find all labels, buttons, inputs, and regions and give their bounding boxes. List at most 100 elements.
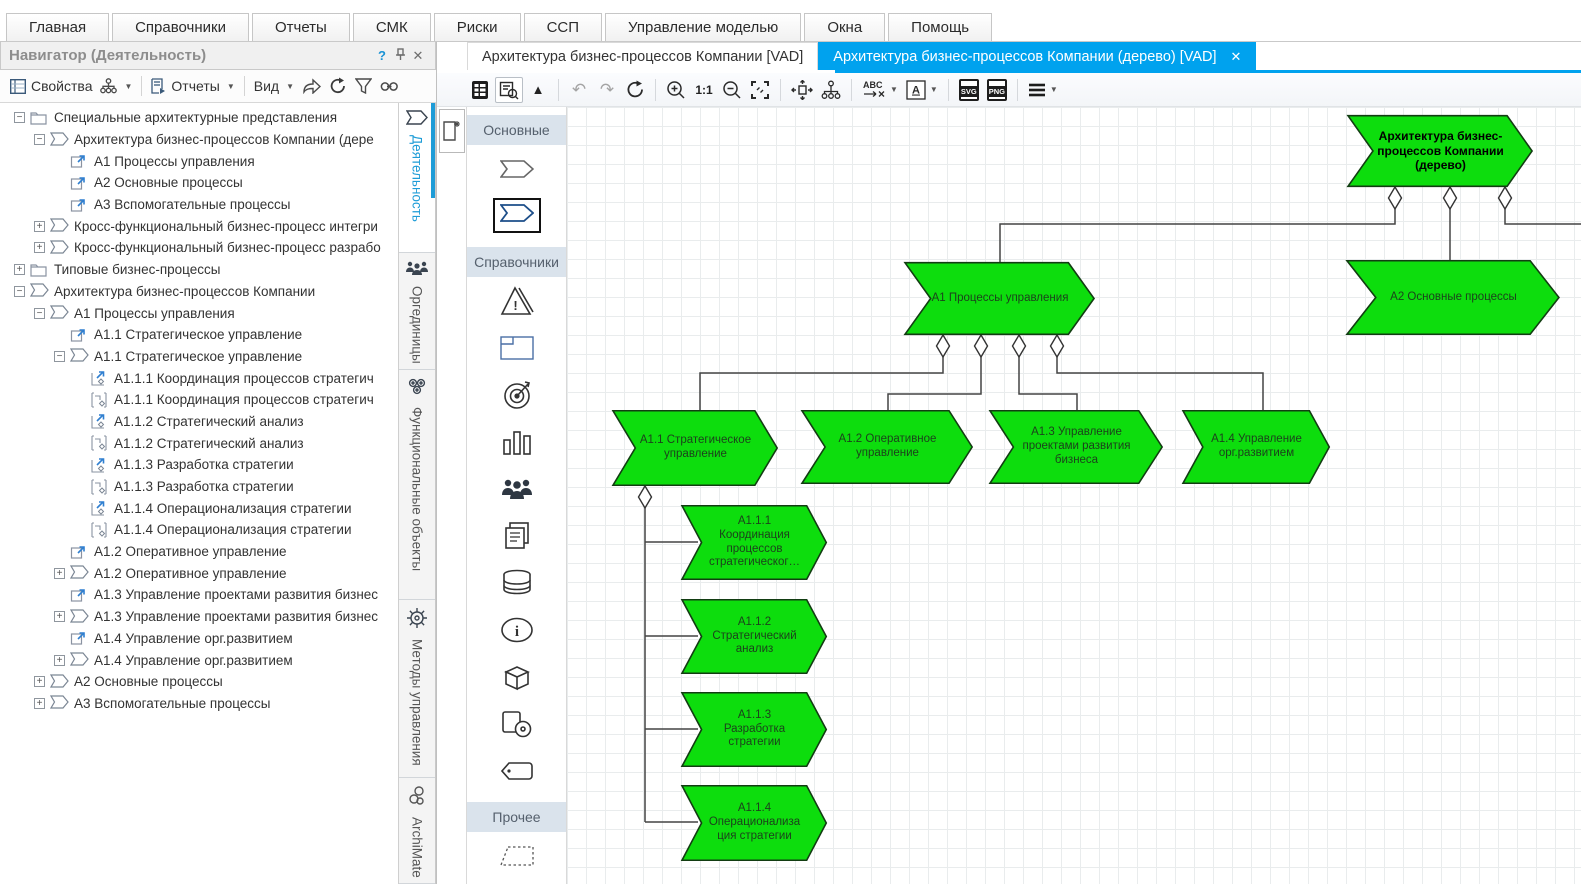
zoom-reset-button[interactable]: 1:1	[691, 77, 717, 103]
tree-expander[interactable]: +	[34, 698, 45, 709]
close-icon[interactable]: ✕	[409, 48, 427, 64]
tree-item[interactable]: +А1.3 Управление проектами развития бизн…	[0, 606, 398, 628]
palette-item-vad-selected-icon[interactable]	[467, 192, 566, 239]
palette-item-tag-icon[interactable]	[467, 747, 566, 794]
vad-shape-a11[interactable]: А1.1 Стратегическое управление	[613, 410, 778, 486]
menu-item-6[interactable]: ССП	[524, 13, 602, 41]
tree-item[interactable]: А1.1.4 Операционализация стратегии	[0, 519, 398, 541]
vad-shape-a111[interactable]: А1.1.1 Координация процессов стратегичес…	[682, 505, 827, 580]
category-tab-деятельность[interactable]: Деятельность	[399, 103, 435, 253]
palette-item-barchart-icon[interactable]	[467, 418, 566, 465]
redo-button[interactable]: ↷	[594, 77, 620, 103]
vad-shape-a12[interactable]: А1.2 Оперативное управление	[802, 410, 973, 484]
autotext-button[interactable]: ABC▼	[859, 77, 901, 103]
palette-item-database-icon[interactable]	[467, 559, 566, 606]
palette-item-vad-outline-icon[interactable]	[467, 145, 566, 192]
diagram-canvas[interactable]: Архитектура бизнес-процессов Компании (д…	[567, 107, 1581, 884]
tree-item[interactable]: А1.4 Управление орг.развитием	[0, 628, 398, 650]
vad-shape-a1[interactable]: А1 Процессы управления	[905, 262, 1095, 335]
tree-item[interactable]: −А1.1 Стратегическое управление	[0, 346, 398, 368]
menu-item-1[interactable]: Главная	[6, 13, 109, 41]
tree-expander[interactable]: −	[54, 351, 65, 362]
tree-expander[interactable]: −	[34, 134, 45, 145]
tree-item[interactable]: А1.1.1 Координация процессов стратегич	[0, 367, 398, 389]
document-tab-1[interactable]: Архитектура бизнес-процессов Компании [V…	[467, 42, 818, 70]
vad-shape-a113[interactable]: А1.1.3 Разработка стратегии	[682, 692, 827, 767]
find-object-button[interactable]	[495, 77, 523, 103]
tree-expander[interactable]: −	[14, 286, 25, 297]
filter-icon[interactable]	[351, 75, 376, 98]
tree-item[interactable]: +Кросс-функциональный бизнес-процесс раз…	[0, 237, 398, 259]
tree-item[interactable]: +А2 Основные процессы	[0, 671, 398, 693]
tree-item[interactable]: А1 Процессы управления	[0, 150, 398, 172]
tree-item[interactable]: А1.1.3 Разработка стратегии	[0, 454, 398, 476]
tree-expander[interactable]: +	[54, 655, 65, 666]
vad-shape-a13[interactable]: А1.3 Управление проектами развития бизне…	[990, 410, 1163, 484]
new-diagram-button[interactable]	[439, 109, 465, 153]
palette-item-people-group-icon[interactable]	[467, 465, 566, 512]
go-to-icon[interactable]	[298, 75, 325, 97]
palette-item-package-icon[interactable]	[467, 653, 566, 700]
view-button[interactable]: Вид ▼	[250, 75, 298, 97]
undo-button[interactable]: ↶	[566, 77, 592, 103]
tree-item[interactable]: А3 Вспомогательные процессы	[0, 194, 398, 216]
tree-item[interactable]: −А1 Процессы управления	[0, 302, 398, 324]
tree-item[interactable]: +А3 Вспомогательные процессы	[0, 693, 398, 715]
tree-expander[interactable]: +	[54, 611, 65, 622]
category-tab-archimate[interactable]: ArchiMate	[399, 778, 435, 884]
tree-expander[interactable]: −	[14, 112, 25, 123]
tree-layout-button[interactable]	[818, 77, 844, 103]
fit-to-window-button[interactable]	[747, 77, 773, 103]
palette-item-documents-icon[interactable]	[467, 512, 566, 559]
refresh-button[interactable]	[622, 77, 648, 103]
refresh-icon[interactable]	[325, 74, 351, 98]
tree-expander[interactable]: +	[34, 242, 45, 253]
tab-close-icon[interactable]: ✕	[1231, 49, 1242, 65]
palette-item-info-icon[interactable]: i	[467, 606, 566, 653]
tree-item[interactable]: А1.1.2 Стратегический анализ	[0, 432, 398, 454]
tree-item[interactable]: +Кросс-функциональный бизнес-процесс инт…	[0, 215, 398, 237]
tree-expander[interactable]: +	[14, 264, 25, 275]
help-icon[interactable]: ?	[373, 48, 391, 63]
palette-item-disc-icon[interactable]	[467, 700, 566, 747]
tree-item[interactable]: А1.1.1 Координация процессов стратегич	[0, 389, 398, 411]
diagram-properties-button[interactable]	[467, 77, 493, 103]
palette-item-warning-icon[interactable]: !	[467, 277, 566, 324]
palette-item-frame-icon[interactable]	[467, 324, 566, 371]
export-png-button[interactable]: PNG	[984, 77, 1010, 103]
tree-item[interactable]: −Специальные архитектурные представления	[0, 107, 398, 129]
palette-item-target-icon[interactable]	[467, 371, 566, 418]
tree-item[interactable]: +А1.2 Оперативное управление	[0, 562, 398, 584]
tree-item[interactable]: −Архитектура бизнес-процессов Компании (…	[0, 129, 398, 151]
menu-item-8[interactable]: Окна	[804, 13, 885, 41]
zoom-out-button[interactable]	[719, 77, 745, 103]
properties-button[interactable]: Свойства	[6, 75, 96, 97]
vad-shape-root[interactable]: Архитектура бизнес-процессов Компании (д…	[1348, 115, 1533, 187]
document-tab-2[interactable]: Архитектура бизнес-процессов Компании (д…	[818, 42, 1256, 70]
menu-item-4[interactable]: СМК	[353, 13, 431, 41]
vad-shape-a2[interactable]: А2 Основные процессы	[1347, 260, 1560, 335]
category-tab-оргединицы[interactable]: Оргединицы	[399, 253, 435, 370]
category-tab-методы-управления[interactable]: Методы управления	[399, 600, 435, 778]
tree-item[interactable]: А1.1.3 Разработка стратегии	[0, 476, 398, 498]
hierarchy-button[interactable]: ▼	[96, 75, 136, 97]
vad-shape-a114[interactable]: А1.1.4 Операционализа ция стратегии	[682, 785, 827, 861]
menu-item-3[interactable]: Отчеты	[252, 13, 350, 41]
tree-item[interactable]: −Архитектура бизнес-процессов Компании	[0, 281, 398, 303]
tree-item[interactable]: А1.2 Оперативное управление	[0, 541, 398, 563]
diagram-menu-button[interactable]: ▼	[1025, 77, 1061, 103]
pin-icon[interactable]	[391, 48, 409, 64]
vad-shape-a112[interactable]: А1.1.2 Стратегический анализ	[682, 599, 827, 674]
vad-shape-a14[interactable]: А1.4 Управление орг.развитием	[1183, 410, 1330, 484]
tree-item[interactable]: +Типовые бизнес-процессы	[0, 259, 398, 281]
category-tab-функциональные-объекты[interactable]: Функциональные объекты	[399, 370, 435, 600]
tree-item[interactable]: А1.1 Стратегическое управление	[0, 324, 398, 346]
tree-item[interactable]: А1.3 Управление проектами развития бизне…	[0, 584, 398, 606]
export-svg-button[interactable]: SVG	[956, 77, 982, 103]
collapse-button[interactable]: ▲	[525, 77, 551, 103]
menu-item-2[interactable]: Справочники	[112, 13, 249, 41]
tree-expander[interactable]: −	[34, 308, 45, 319]
link-icon[interactable]	[376, 78, 403, 95]
tree-expander[interactable]: +	[34, 221, 45, 232]
reports-button[interactable]: Отчеты ▼	[147, 75, 238, 97]
